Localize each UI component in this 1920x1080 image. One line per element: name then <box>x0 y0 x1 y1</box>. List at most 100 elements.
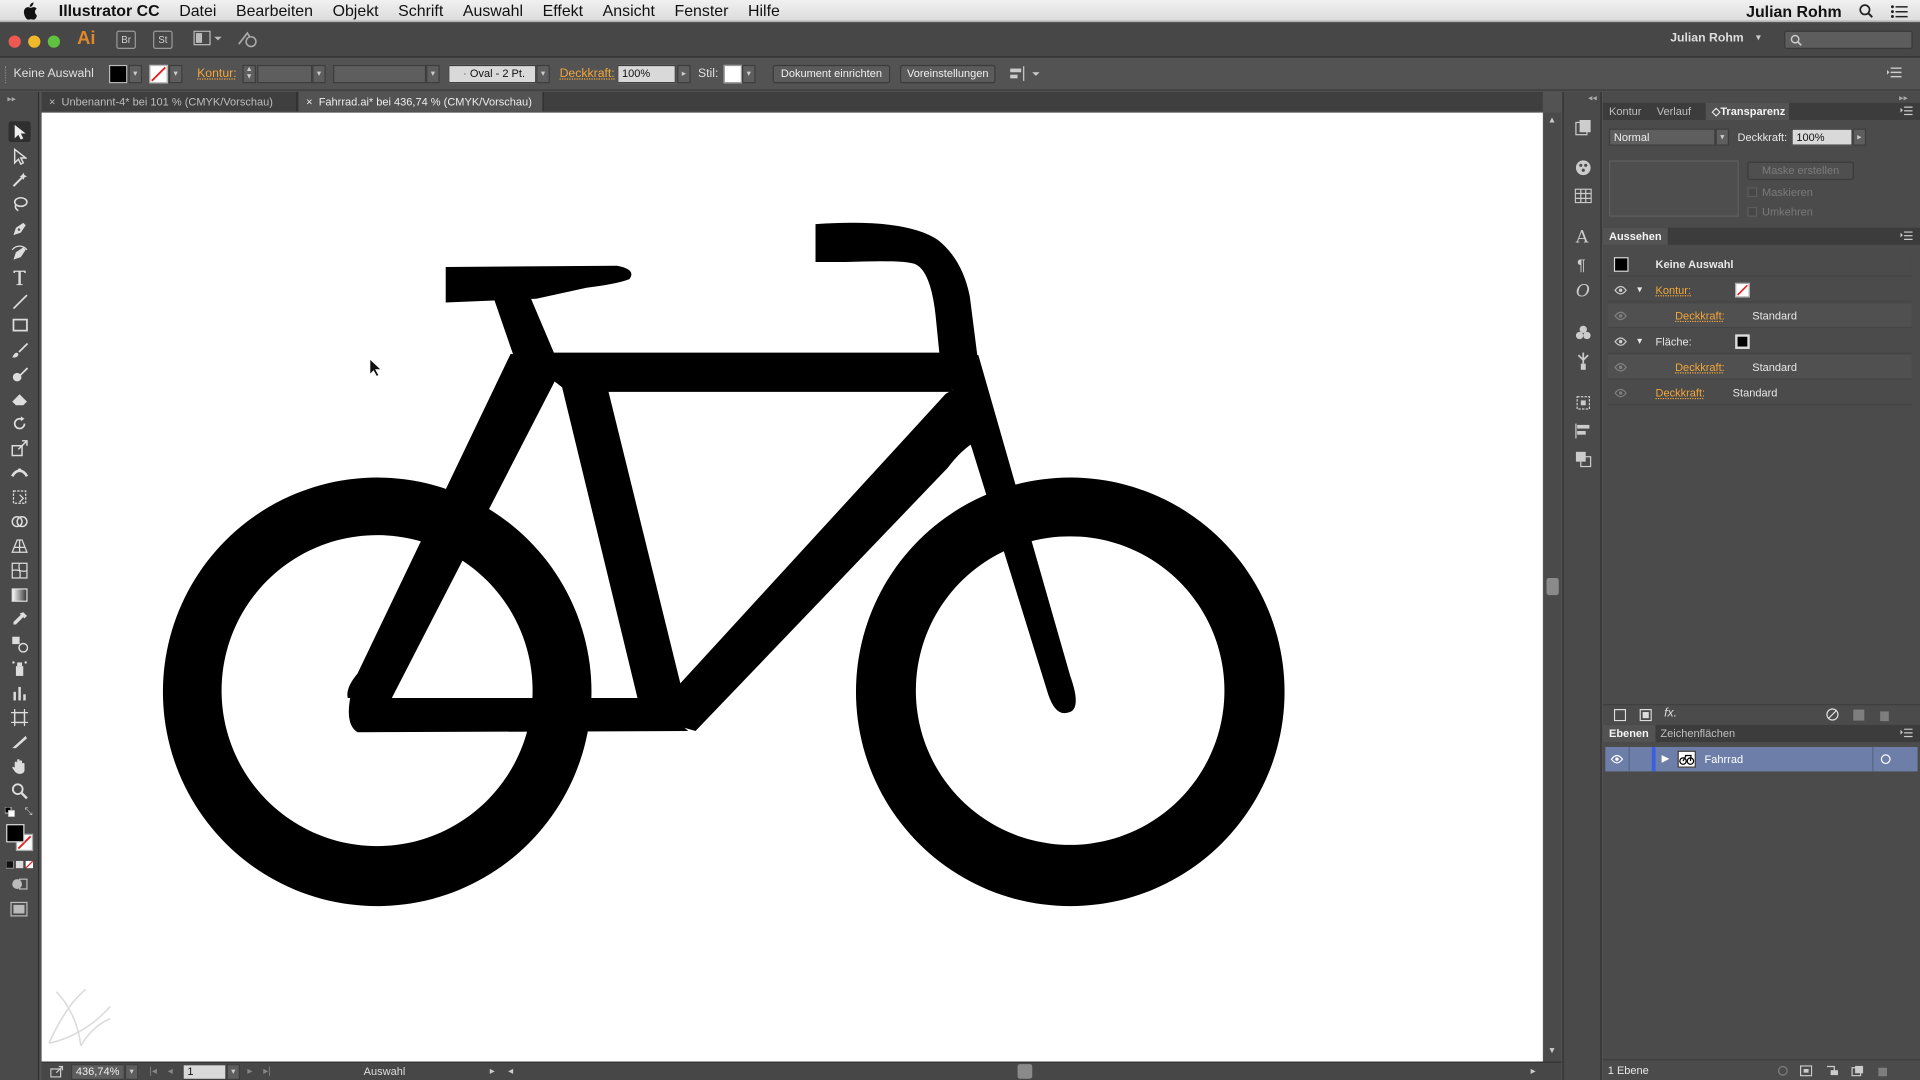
stroke-label[interactable]: Kontur: <box>197 67 236 80</box>
magic-wand-icon[interactable] <box>9 169 31 190</box>
free-transform-icon[interactable] <box>9 486 31 507</box>
eraser-icon[interactable] <box>9 388 31 409</box>
stroke-weight-input[interactable] <box>257 64 313 84</box>
zoom-window-button[interactable] <box>47 35 61 48</box>
brush-icon[interactable] <box>9 339 31 360</box>
libraries-panel-icon[interactable] <box>1575 119 1592 136</box>
status-menu-arrow[interactable]: ▸ <box>490 1065 495 1076</box>
expand-layer-icon[interactable]: ▶ <box>1662 747 1670 771</box>
type-icon[interactable] <box>9 267 31 288</box>
close-window-button[interactable] <box>8 35 21 48</box>
mesh-icon[interactable] <box>9 560 31 581</box>
perspective-grid-icon[interactable] <box>9 535 31 556</box>
appearance-stroke-swatch[interactable] <box>1735 282 1750 298</box>
stroke-weight-stepper[interactable]: ▲ ▼ <box>242 64 256 84</box>
stroke-dropdown[interactable]: ▾ <box>168 64 183 84</box>
menu-objekt[interactable]: Objekt <box>323 0 389 21</box>
eyedropper-icon[interactable] <box>9 609 31 630</box>
control-bar-menu-icon[interactable] <box>1886 67 1902 78</box>
hand-icon[interactable] <box>9 756 31 777</box>
shape-builder-icon[interactable] <box>9 511 31 532</box>
disclosure-triangle-icon[interactable]: ▾ <box>1637 329 1642 353</box>
app-menu[interactable]: Illustrator CC <box>49 0 169 21</box>
disclosure-triangle-icon[interactable]: ▾ <box>1637 278 1642 302</box>
last-artboard-icon[interactable]: ▸| <box>263 1065 270 1076</box>
document-setup-button[interactable]: Dokument einrichten <box>772 64 891 84</box>
direct-selection-icon[interactable] <box>9 146 31 167</box>
stroke-weight-dropdown[interactable]: ▾ <box>312 64 326 84</box>
color-mode-buttons[interactable] <box>6 860 34 870</box>
tab-verlauf[interactable]: Verlauf <box>1651 103 1698 120</box>
column-graph-icon[interactable] <box>9 682 31 703</box>
new-layer-icon[interactable] <box>1851 1065 1864 1077</box>
scroll-down-icon[interactable]: ▼ <box>1548 1047 1556 1056</box>
menu-bearbeiten[interactable]: Bearbeiten <box>226 0 323 21</box>
tab-zeichenflaechen[interactable]: Zeichenflächen <box>1654 725 1741 742</box>
gradient-icon[interactable] <box>9 584 31 605</box>
new-sublayer-icon[interactable] <box>1826 1065 1839 1076</box>
curvature-icon[interactable] <box>9 242 31 263</box>
transparency-opacity-input[interactable]: 100% <box>1791 128 1853 146</box>
share-icon[interactable] <box>50 1065 64 1078</box>
zoom-level-input[interactable]: 436,74% <box>71 1064 125 1080</box>
control-bar-grip[interactable] <box>4 66 7 84</box>
duplicate-item-icon[interactable] <box>1853 709 1865 721</box>
stock-button[interactable]: St <box>153 30 173 49</box>
panels-collapse-icon[interactable]: ▸▸ <box>1899 93 1908 103</box>
panel-menu-icon[interactable] <box>1900 728 1913 739</box>
blend-mode-dropdown[interactable]: ▾ <box>1715 128 1729 146</box>
zoom-icon[interactable] <box>9 780 31 801</box>
object-opacity-label[interactable]: Deckkraft: <box>1656 381 1706 405</box>
appearance-header-row[interactable]: Keine Auswahl <box>1607 252 1912 277</box>
appearance-fill-row[interactable]: ▾ Fläche: <box>1607 329 1912 354</box>
graphic-style-dropdown[interactable]: ▾ <box>742 64 756 84</box>
make-clipping-mask-icon[interactable] <box>1800 1065 1813 1077</box>
fill-opacity-label[interactable]: Deckkraft: <box>1675 355 1725 379</box>
artboard-dropdown[interactable]: ▾ <box>226 1064 241 1080</box>
panel-menu-icon[interactable] <box>1900 106 1913 117</box>
toolbox-collapse-icon[interactable]: ▸▸ <box>7 94 16 105</box>
tab-unbenannt-4[interactable]: × Unbenannt-4* bei 101 % (CMYK/Vorschau) <box>42 91 298 112</box>
account-menu[interactable]: Julian Rohm <box>1670 32 1743 45</box>
menu-fenster[interactable]: Fenster <box>665 0 739 21</box>
dock-collapse-icon[interactable]: ◂◂ <box>1588 93 1597 103</box>
locate-object-icon[interactable] <box>1777 1065 1789 1076</box>
symbol-sprayer-icon[interactable] <box>9 658 31 679</box>
opentype-panel-icon[interactable]: O <box>1576 282 1590 302</box>
previous-artboard-icon[interactable]: ◂ <box>168 1065 173 1076</box>
notification-menu-icon[interactable] <box>1890 4 1908 18</box>
close-tab-icon[interactable]: × <box>49 96 55 108</box>
blend-mode-select[interactable]: Normal <box>1608 128 1716 146</box>
variable-width-dropdown[interactable]: ▾ <box>426 64 440 84</box>
transform-panel-icon[interactable] <box>1575 394 1592 411</box>
rotate-icon[interactable] <box>9 413 31 434</box>
opacity-input[interactable]: 100% <box>617 64 676 84</box>
appearance-fill-opacity-row[interactable]: Deckkraft: Standard <box>1607 355 1912 380</box>
lock-column[interactable] <box>1628 746 1630 772</box>
artboard-number-input[interactable]: 1 <box>182 1064 227 1080</box>
clear-appearance-icon[interactable] <box>1826 708 1839 721</box>
line-segment-icon[interactable] <box>9 291 31 312</box>
appearance-fill-swatch[interactable] <box>1735 334 1750 349</box>
drawing-mode-icon[interactable] <box>11 877 28 892</box>
close-tab-icon[interactable]: × <box>306 96 312 108</box>
fill-dropdown[interactable]: ▾ <box>128 64 143 84</box>
swap-colors-icon[interactable]: ⤡ <box>24 806 32 818</box>
bridge-button[interactable]: Br <box>116 30 136 49</box>
tab-aussehen[interactable]: Aussehen <box>1602 227 1668 245</box>
appearance-opacity-row[interactable]: Deckkraft: Standard <box>1607 381 1912 406</box>
menu-effekt[interactable]: Effekt <box>533 0 593 21</box>
menubar-user[interactable]: Julian Rohm <box>1746 2 1842 20</box>
spotlight-search-icon[interactable] <box>1859 4 1874 19</box>
rectangle-icon[interactable] <box>9 315 31 336</box>
menu-ansicht[interactable]: Ansicht <box>593 0 665 21</box>
symbols-panel-icon[interactable] <box>1575 324 1592 341</box>
lasso-icon[interactable] <box>9 193 31 214</box>
eye-icon[interactable] <box>1614 278 1627 302</box>
menu-auswahl[interactable]: Auswahl <box>453 0 533 21</box>
gpu-performance-icon[interactable] <box>236 29 258 49</box>
first-artboard-icon[interactable]: |◂ <box>149 1065 156 1076</box>
mask-thumbnail[interactable] <box>1608 160 1739 217</box>
color-guide-panel-icon[interactable] <box>1575 159 1592 176</box>
character-panel-icon[interactable]: A <box>1576 228 1588 248</box>
